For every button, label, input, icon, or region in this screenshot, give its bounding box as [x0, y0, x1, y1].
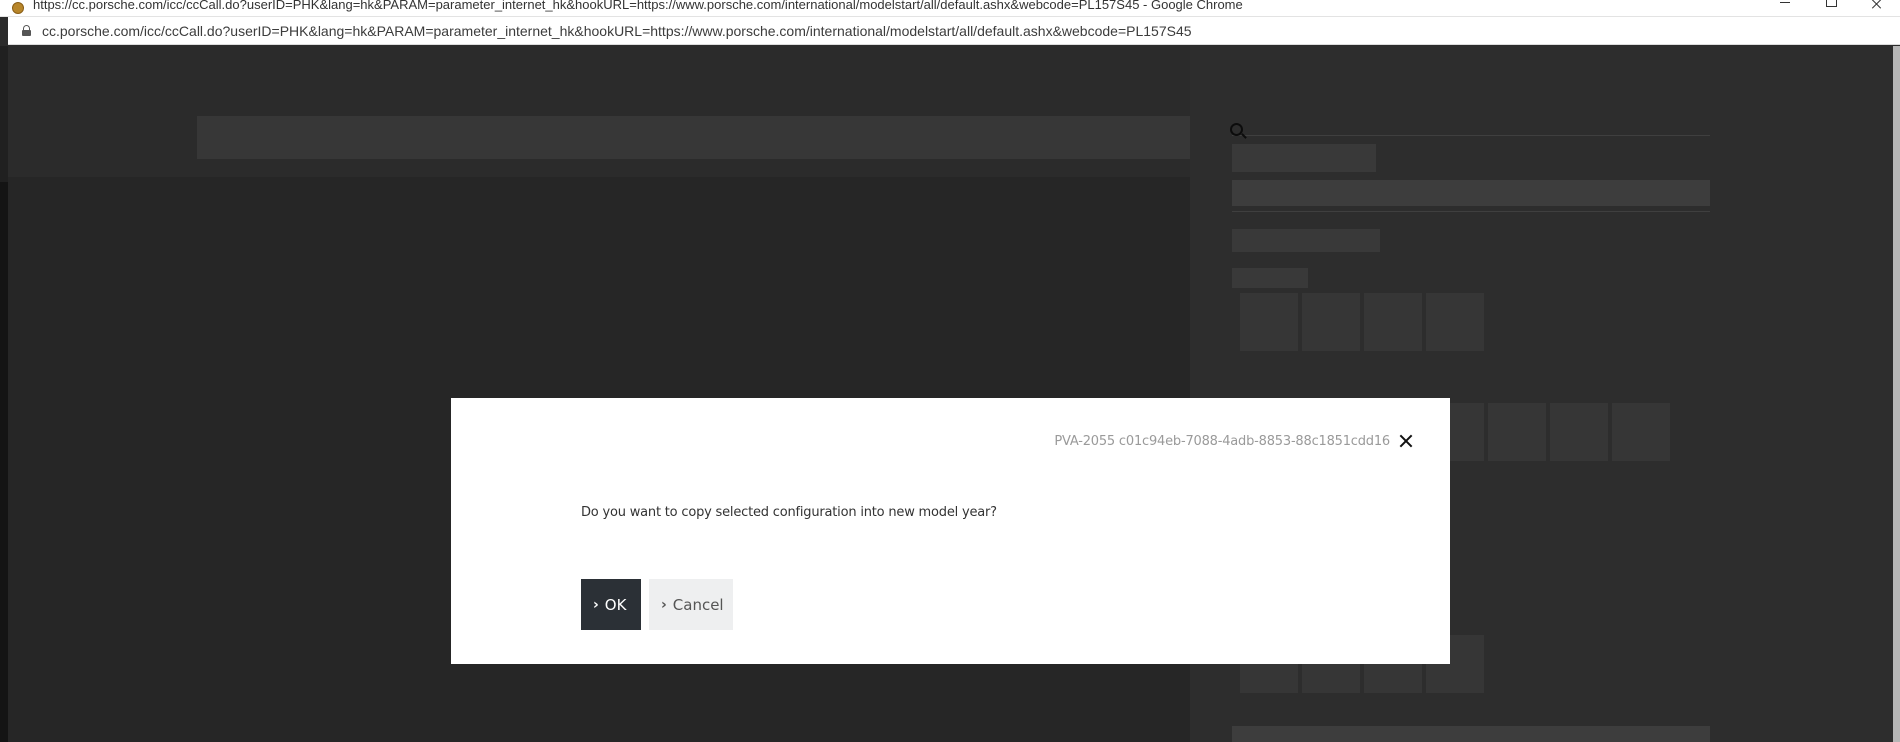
ok-button[interactable]: › OK	[581, 579, 641, 630]
cancel-button-label: Cancel	[672, 595, 724, 614]
address-bar[interactable]: cc.porsche.com/icc/ccCall.do?userID=PHK&…	[8, 17, 1900, 45]
cancel-button[interactable]: › Cancel	[649, 579, 733, 630]
lock-icon[interactable]	[22, 25, 31, 36]
window-controls	[1762, 0, 1900, 16]
maximize-button[interactable]	[1808, 0, 1854, 16]
ok-button-label: OK	[604, 595, 627, 614]
minimize-button[interactable]	[1762, 0, 1808, 16]
window-close-button[interactable]	[1854, 0, 1900, 16]
dialog-question: Do you want to copy selected configurati…	[581, 505, 997, 520]
chevron-right-icon: ›	[661, 596, 667, 613]
dialog-id-text: PVA-2055 c01c94eb-7088-4adb-8853-88c1851…	[1054, 434, 1390, 449]
copy-configuration-dialog: PVA-2055 c01c94eb-7088-4adb-8853-88c1851…	[451, 398, 1450, 664]
url-text[interactable]: cc.porsche.com/icc/ccCall.do?userID=PHK&…	[42, 23, 1192, 39]
window-title: https://cc.porsche.com/icc/ccCall.do?use…	[33, 0, 1243, 12]
close-icon[interactable]	[1396, 431, 1416, 451]
chevron-right-icon: ›	[593, 596, 599, 613]
window-title-bar: https://cc.porsche.com/icc/ccCall.do?use…	[0, 0, 1900, 17]
browser-window: https://cc.porsche.com/icc/ccCall.do?use…	[0, 0, 1900, 742]
porsche-crest-icon	[12, 2, 24, 14]
